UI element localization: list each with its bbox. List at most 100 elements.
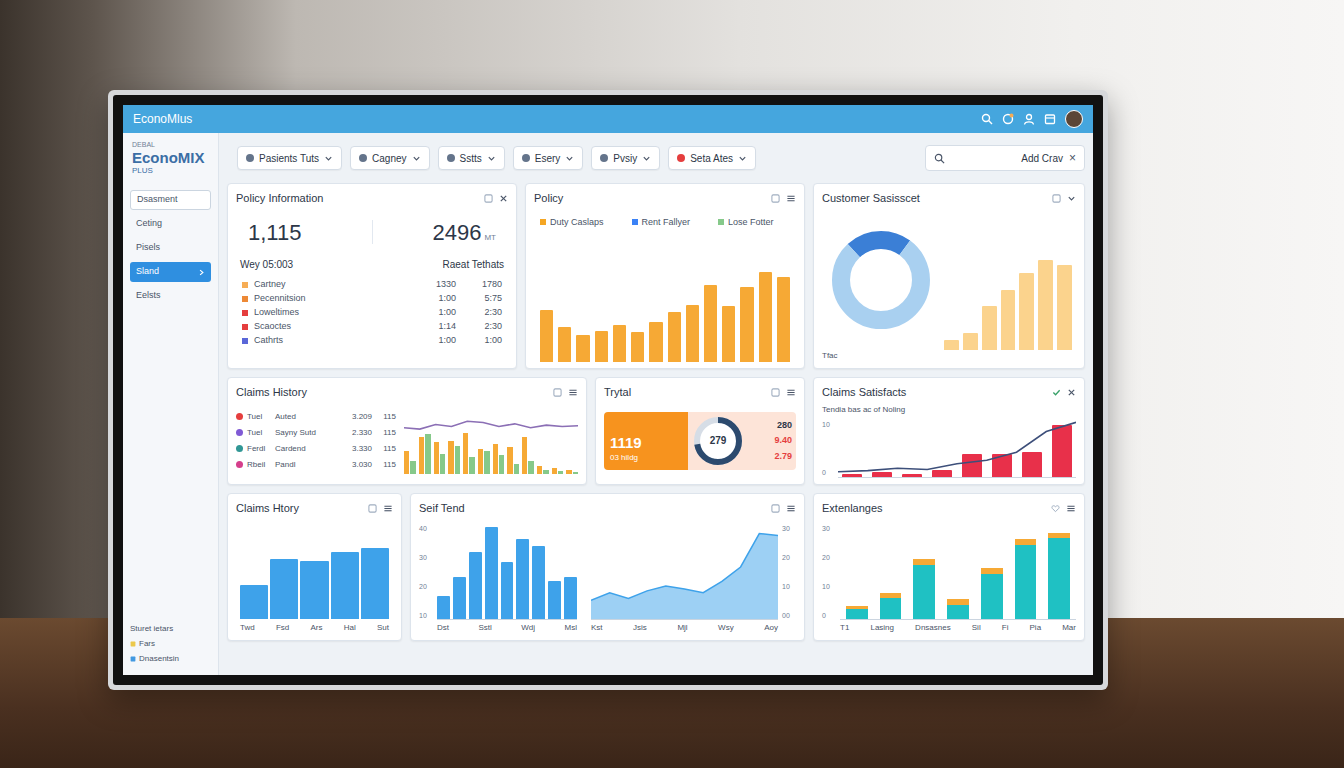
logo-main: EconoMIX: [132, 149, 211, 166]
clear-button[interactable]: ×: [1069, 152, 1076, 164]
favorite-icon[interactable]: [1051, 504, 1060, 513]
avatar-icon[interactable]: [1065, 110, 1083, 128]
menu-icon[interactable]: [568, 388, 578, 397]
chevron-down-icon: [324, 154, 333, 163]
gauge-fill: [697, 420, 739, 462]
chart-bar: [558, 327, 571, 362]
sidebar-item[interactable]: Sland: [130, 262, 211, 282]
menu-icon[interactable]: [383, 504, 393, 513]
axis-label: Sstl: [478, 622, 491, 634]
search-value[interactable]: Add Crav: [951, 151, 1063, 166]
filter-dropdown[interactable]: Cagney: [350, 146, 429, 170]
card-body: Tendia bas ac of Noling100: [814, 404, 1084, 485]
window-icon[interactable]: [771, 504, 780, 513]
menu-icon[interactable]: [786, 504, 796, 513]
sidebar-item-label: Ceting: [136, 217, 162, 231]
window-icon[interactable]: [771, 388, 780, 397]
filter-dropdown[interactable]: Sstts: [438, 146, 505, 170]
filter-label: Seta Ates: [690, 151, 733, 166]
bar-group: [522, 408, 534, 474]
legend-item: Duty Caslaps: [540, 216, 604, 230]
bar-group: [478, 408, 490, 474]
chart-area: [838, 420, 1076, 479]
sidebar-item[interactable]: Ceting: [130, 214, 211, 234]
bar-chart: [540, 262, 790, 362]
chart-bar: [1038, 260, 1053, 350]
user-icon[interactable]: [1023, 113, 1035, 125]
sidebar-item[interactable]: Pisels: [130, 238, 211, 258]
app-title: EconoMlus: [133, 110, 192, 128]
chart-bar: [543, 470, 548, 474]
area-chart: [591, 524, 778, 621]
window-icon[interactable]: [1052, 194, 1061, 203]
window-icon[interactable]: [368, 504, 377, 513]
stack-base: [880, 598, 902, 619]
legend-swatch: [242, 296, 248, 302]
bar-group: [404, 408, 416, 474]
chart-bar: [962, 454, 982, 477]
chevron-down-icon: [642, 154, 651, 163]
sidebar-item[interactable]: Dsasment: [130, 190, 211, 210]
chart-bar: [872, 472, 892, 477]
search-icon[interactable]: [981, 113, 993, 125]
card-actions: [1052, 194, 1076, 203]
status-dot: [236, 445, 243, 452]
sidebar-footer-item[interactable]: Dnasentsin: [130, 653, 211, 665]
card-actions: [771, 388, 796, 397]
chart-body: 3020100T1LasingDnsasnesSilFiPiaMar: [822, 524, 1076, 635]
chart-bar: [240, 585, 268, 619]
menu-icon[interactable]: [786, 194, 796, 203]
axis-label: Msl: [565, 622, 577, 634]
card-actions: [484, 194, 508, 203]
row-label: Cartney: [254, 278, 410, 292]
notification-icon[interactable]: [1002, 113, 1014, 125]
menu-icon[interactable]: [786, 388, 796, 397]
claim-value: 3.030: [344, 459, 372, 471]
filter-dropdown[interactable]: Esery: [513, 146, 584, 170]
bar-group: [463, 408, 475, 474]
search-field[interactable]: Add Crav ×: [925, 145, 1085, 171]
window-icon[interactable]: [553, 388, 562, 397]
card-body: 111903 hildg2792809.402.79: [596, 404, 804, 485]
filter-dropdown[interactable]: Pvsiy: [591, 146, 660, 170]
bar-stack: [1048, 524, 1070, 620]
row-value: 1330: [416, 278, 456, 292]
side-reading: 9.40: [774, 434, 792, 448]
sidebar-item[interactable]: Eelsts: [130, 286, 211, 306]
chart-bar: [982, 306, 997, 350]
filter-dropdown[interactable]: Pasients Tuts: [237, 146, 342, 170]
chart-body: 40302010DstSstlWdjMslKstJsisMjlWsyAoy302…: [419, 524, 796, 635]
close-icon[interactable]: [499, 194, 508, 203]
card-body: TuelAuted3.209115TuelSayny Sutd2.330115F…: [228, 404, 586, 485]
row-value: 2:30: [462, 320, 502, 334]
card-body: Tfac: [814, 210, 1084, 369]
menu-icon[interactable]: [1066, 504, 1076, 513]
sidebar-footer-label: Dnasentsin: [139, 653, 179, 665]
filter-label: Cagney: [372, 151, 406, 166]
calendar-icon[interactable]: [1044, 113, 1056, 125]
bar-stack: [981, 524, 1003, 620]
legend-swatch: [540, 219, 546, 225]
kpi-subtitle: Raeat Tethats: [442, 257, 504, 272]
chevron-down-icon: [738, 154, 747, 163]
window-icon[interactable]: [484, 194, 493, 203]
row-value: 1:00: [462, 334, 502, 348]
sidebar-footer-item[interactable]: Sturet ietars: [130, 623, 211, 635]
window-icon[interactable]: [771, 194, 780, 203]
chart-bar: [463, 433, 468, 474]
axis-label: Dst: [437, 622, 449, 634]
check-icon[interactable]: [1052, 388, 1061, 397]
logo-sub: PLUS: [132, 166, 211, 176]
axis-label: Ars: [310, 622, 322, 634]
chart-bar: [469, 457, 474, 474]
sidebar-footer-item[interactable]: Fars: [130, 638, 211, 650]
legend-label: Lose Fotter: [728, 216, 774, 230]
side-reading: 280: [774, 419, 792, 433]
chart-bar: [453, 577, 466, 619]
card-title: Customer Sasisscet: [822, 190, 920, 207]
x-axis: TwdFsdArsHalSut: [236, 622, 393, 634]
chevron-down-icon[interactable]: [1067, 194, 1076, 203]
close-icon[interactable]: [1067, 388, 1076, 397]
card-header: Policy Information: [228, 184, 516, 210]
filter-dropdown[interactable]: Seta Ates: [668, 146, 756, 170]
